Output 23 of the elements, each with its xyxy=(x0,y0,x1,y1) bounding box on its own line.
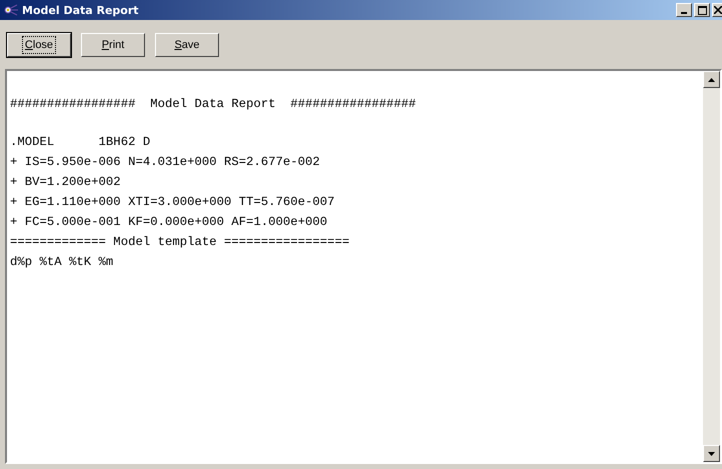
toolbar-button[interactable]: Print xyxy=(81,33,145,57)
maximize-button[interactable] xyxy=(694,3,710,17)
report-line: + IS=5.950e-006 N=4.031e+000 RS=2.677e-002 xyxy=(10,154,321,171)
report-line: ################# Model Data Report ################# xyxy=(10,96,417,113)
toolbar-button[interactable]: Close xyxy=(7,33,71,57)
app-icon xyxy=(3,3,19,17)
toolbar-button[interactable]: Save xyxy=(155,33,219,57)
window-title: Model Data Report xyxy=(21,4,140,16)
close-button[interactable] xyxy=(712,3,722,17)
scroll-down-button[interactable] xyxy=(703,445,720,462)
maximize-icon xyxy=(698,6,706,14)
report-line: + BV=1.200e+002 xyxy=(10,174,122,191)
report-line: + EG=1.110e+000 XTI=3.000e+000 TT=5.760e-007 xyxy=(10,194,336,211)
scroll-down-arrow-icon xyxy=(708,452,715,456)
minimize-button[interactable] xyxy=(676,3,692,17)
report-line: d%p %tA %tK %m xyxy=(10,254,114,271)
report-line: .MODEL 1BH62 D xyxy=(10,134,152,151)
report-line: + FC=5.000e-001 KF=0.000e+000 AF=1.000e+000 xyxy=(10,214,328,231)
report-line: ============= Model template ================= xyxy=(10,234,350,251)
scroll-up-button[interactable] xyxy=(703,71,720,88)
close-icon xyxy=(714,6,722,14)
scroll-up-arrow-icon xyxy=(708,78,715,82)
vertical-scrollbar[interactable] xyxy=(703,71,720,462)
